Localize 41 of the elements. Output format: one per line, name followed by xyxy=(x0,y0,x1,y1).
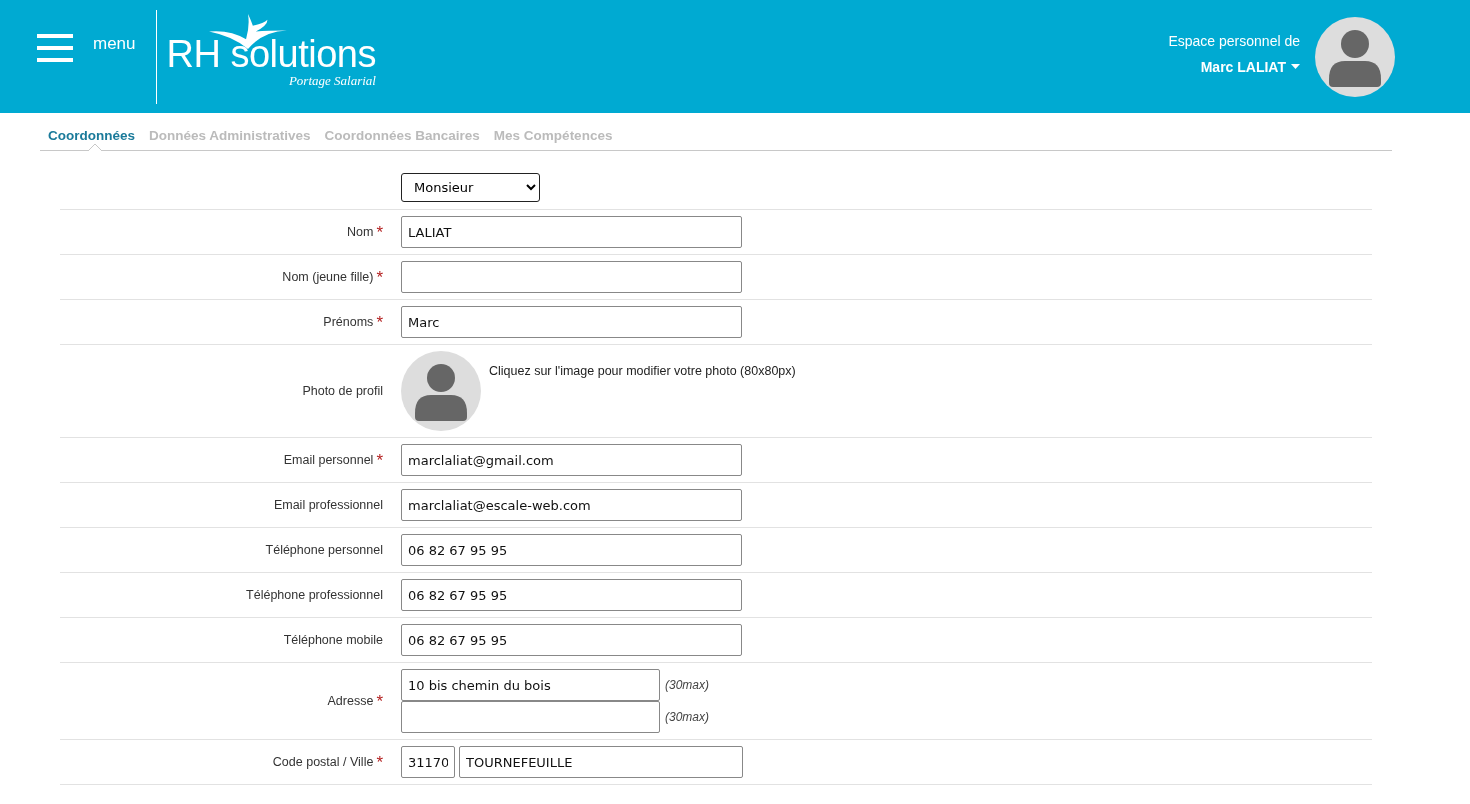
input-field[interactable]: Marc xyxy=(401,306,742,338)
menu-icon[interactable] xyxy=(37,33,73,62)
field-label: Prénoms xyxy=(323,315,374,329)
field-label: Code postal / Ville xyxy=(272,755,374,769)
input-field[interactable]: 10 bis chemin du bois xyxy=(401,669,660,701)
input-field[interactable] xyxy=(401,701,660,733)
civility-select[interactable]: Monsieur xyxy=(401,172,540,202)
field-label: Nom xyxy=(346,225,374,239)
photo-hint: Cliquez sur l'image pour modifier votre photo (80x80px) xyxy=(489,364,796,378)
tab[interactable]: Coordonnées xyxy=(48,125,135,150)
required-mark: * xyxy=(376,268,383,286)
field-label: Email professionnel xyxy=(273,498,383,512)
profile-photo-avatar[interactable] xyxy=(401,351,481,431)
input-field[interactable]: 06 82 67 95 95 xyxy=(401,534,742,566)
user-avatar[interactable] xyxy=(1315,16,1395,97)
city-field[interactable]: TOURNEFEUILLE xyxy=(459,746,743,778)
postcode-field[interactable]: 31170 xyxy=(401,746,455,778)
field-label: Téléphone professionnel xyxy=(246,588,383,602)
input-field[interactable] xyxy=(401,261,742,293)
required-mark: * xyxy=(376,692,383,710)
input-field[interactable]: LALIAT xyxy=(401,216,742,248)
field-label: Nom (jeune fille) xyxy=(282,270,374,284)
input-field[interactable]: 06 82 67 95 95 xyxy=(401,624,742,656)
input-field[interactable]: marclaliat@gmail.com xyxy=(401,444,742,476)
required-mark: * xyxy=(376,451,383,469)
input-field[interactable]: marclaliat@escale-web.com xyxy=(401,489,742,521)
field-label: Téléphone mobile xyxy=(283,633,383,647)
caret-icon xyxy=(1291,64,1300,69)
logo-tagline: Portage Salarial xyxy=(288,72,376,89)
input-field[interactable]: 06 82 67 95 95 xyxy=(401,579,742,611)
field-label: Adresse xyxy=(327,694,374,708)
greeting-text: Espace personnel de xyxy=(1168,32,1300,49)
required-mark: * xyxy=(376,753,383,771)
required-mark: * xyxy=(376,313,383,331)
field-label: Photo de profil xyxy=(302,384,383,398)
field-label: Téléphone personnel xyxy=(265,543,383,557)
required-mark: * xyxy=(376,223,383,241)
max-length-note: (30max) xyxy=(665,710,709,724)
field-label: Email personnel xyxy=(283,453,374,467)
max-length-note: (30max) xyxy=(665,678,709,692)
logo-name: RH solutions xyxy=(166,34,376,73)
